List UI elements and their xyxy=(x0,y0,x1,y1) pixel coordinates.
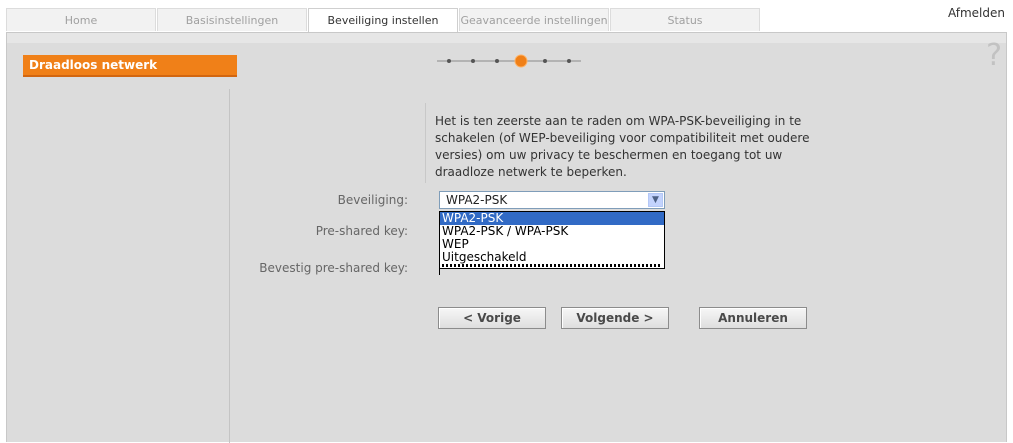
confirm-psk-input-edge[interactable] xyxy=(439,269,440,275)
top-nav-tabs: Home Basisinstellingen Beveiliging inste… xyxy=(6,8,761,32)
dropdown-option-uitgeschakeld[interactable]: Uitgeschakeld xyxy=(440,251,664,264)
prev-button[interactable]: < Vorige xyxy=(438,307,546,329)
intro-text: Het is ten zeerste aan te raden om WPA-P… xyxy=(435,114,810,179)
step-indicator-graphic xyxy=(437,54,581,68)
step-dot xyxy=(495,59,499,63)
dropdown-bottom-edge xyxy=(442,264,662,267)
wizard-step-indicator xyxy=(435,53,615,69)
question-mark-icon[interactable]: ? xyxy=(986,41,1002,71)
security-dropdown-list: WPA2-PSK WPA2-PSK / WPA-PSK WEP Uitgesch… xyxy=(439,211,665,269)
tab-basisinstellingen[interactable]: Basisinstellingen xyxy=(157,8,307,31)
chevron-down-icon[interactable]: ▼ xyxy=(648,193,663,207)
security-select-value: WPA2-PSK xyxy=(446,193,508,207)
tab-home[interactable]: Home xyxy=(6,8,156,31)
intro-divider xyxy=(425,103,426,183)
cancel-button[interactable]: Annuleren xyxy=(699,307,807,329)
logout-link[interactable]: Afmelden xyxy=(948,6,1005,20)
next-button[interactable]: Volgende > xyxy=(561,307,669,329)
step-dot xyxy=(471,59,475,63)
security-label: Beveiliging: xyxy=(337,193,408,207)
tab-status[interactable]: Status xyxy=(610,8,760,31)
panel-top-strip xyxy=(7,33,1006,43)
dropdown-option-wpa2-wpa-psk[interactable]: WPA2-PSK / WPA-PSK xyxy=(440,225,664,238)
step-dot xyxy=(447,59,451,63)
confirm-psk-label: Bevestig pre-shared key: xyxy=(259,261,408,275)
security-select[interactable]: WPA2-PSK ▼ xyxy=(439,191,665,209)
tab-beveiliging-instellen[interactable]: Beveiliging instellen xyxy=(308,8,458,32)
sidebar-item-draadloos-netwerk[interactable]: Draadloos netwerk xyxy=(23,55,237,77)
main-panel: Draadloos netwerk ? Het is ten zeerste a… xyxy=(6,32,1007,443)
step-dot xyxy=(567,59,571,63)
step-dot-current xyxy=(514,54,528,68)
step-dot xyxy=(543,59,547,63)
tab-geavanceerde-instellingen[interactable]: Geavanceerde instellingen xyxy=(459,8,609,31)
sidebar-divider xyxy=(229,89,230,443)
psk-label: Pre-shared key: xyxy=(315,224,408,238)
